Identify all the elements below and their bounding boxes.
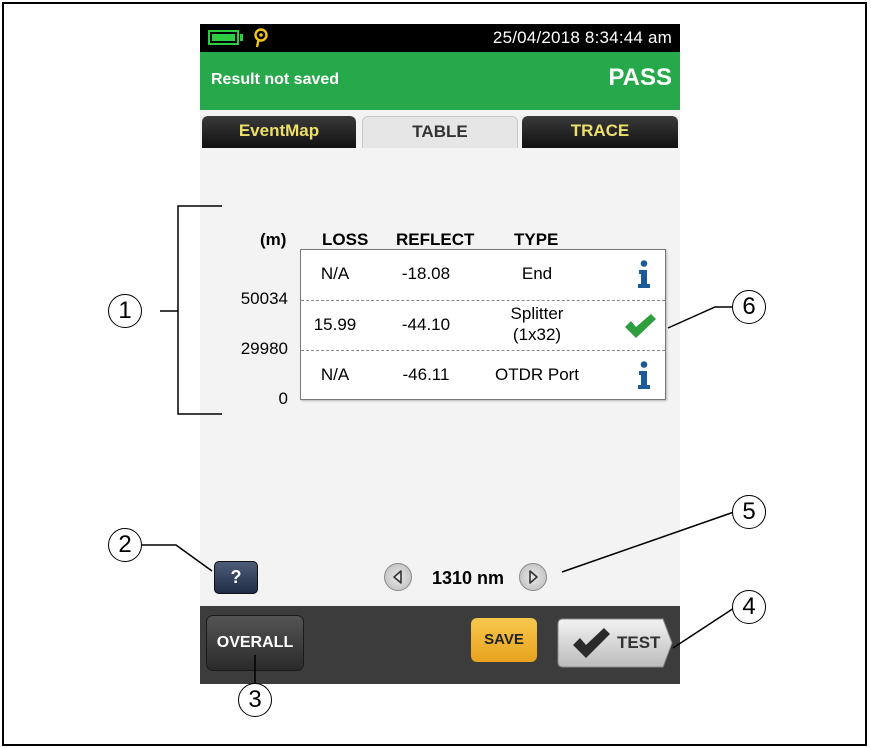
event-loss: N/A — [320, 365, 350, 384]
table-view: (m) LOSS REFLECT TYPE 50034 29980 0 N/A … — [200, 150, 680, 606]
event-reflect: -46.11 — [402, 365, 450, 384]
result-status: PASS — [608, 64, 672, 91]
check-pass-icon[interactable] — [623, 313, 657, 339]
callout-4: 4 — [732, 590, 766, 624]
event-reflect: -44.10 — [401, 315, 451, 334]
wavelength-selector: 1310 nm — [384, 560, 564, 596]
test-button[interactable]: TEST — [557, 618, 673, 668]
tab-bar: EventMap TABLE TRACE — [200, 110, 680, 150]
help-button[interactable]: ? — [214, 561, 258, 594]
save-button[interactable]: SAVE — [471, 618, 537, 662]
callout-1: 1 — [108, 294, 142, 328]
status-bar: 25/04/2018 8:34:44 am — [200, 24, 680, 52]
callout-2: 2 — [108, 528, 142, 562]
event-distance: 29980 — [240, 339, 288, 358]
event-type-detail: (1x32) — [512, 325, 562, 344]
column-header-distance: (m) — [260, 230, 287, 249]
checkmark-icon — [573, 628, 610, 658]
result-bar: Result not saved PASS — [200, 52, 680, 110]
next-wavelength-button[interactable] — [519, 563, 547, 591]
bottom-bar: OVERALL SAVE TEST — [200, 606, 680, 684]
event-loss: 15.99 — [313, 315, 357, 334]
info-icon[interactable] — [637, 361, 651, 389]
chevron-right-icon — [529, 570, 538, 584]
event-distance: 0 — [278, 389, 288, 408]
battery-tip — [240, 34, 243, 41]
column-header-reflect: REFLECT — [396, 230, 475, 249]
callout-5: 5 — [732, 495, 766, 529]
battery-full-icon — [208, 30, 239, 45]
tab-table[interactable]: TABLE — [362, 116, 518, 148]
tab-trace[interactable]: TRACE — [522, 116, 678, 148]
test-button-label: TEST — [617, 633, 661, 652]
event-loss: N/A — [320, 264, 350, 283]
device-screen: 25/04/2018 8:34:44 am Result not saved P… — [200, 24, 680, 684]
event-type: OTDR Port — [494, 365, 580, 384]
table-row[interactable]: 15.99 -44.10 Splitter (1x32) — [301, 300, 665, 351]
table-row[interactable]: N/A -46.11 OTDR Port — [301, 350, 665, 401]
location-pin-icon — [254, 28, 268, 48]
event-reflect: -18.08 — [401, 264, 451, 283]
chevron-left-icon — [393, 570, 402, 584]
info-icon[interactable] — [637, 260, 651, 288]
event-type: Splitter — [510, 304, 564, 323]
column-header-loss: LOSS — [322, 230, 369, 249]
overall-button[interactable]: OVERALL — [206, 615, 304, 671]
callout-6: 6 — [732, 290, 766, 324]
event-distance: 50034 — [240, 289, 288, 308]
event-table: N/A -18.08 End 15.99 -44.10 Splitter (1x… — [300, 249, 666, 400]
tab-eventmap[interactable]: EventMap — [202, 116, 356, 148]
previous-wavelength-button[interactable] — [384, 563, 412, 591]
result-message: Result not saved — [211, 71, 340, 88]
event-type: End — [521, 264, 553, 283]
table-row[interactable]: N/A -18.08 End — [301, 250, 665, 300]
callout-3: 3 — [238, 683, 272, 717]
datetime-display: 25/04/2018 8:34:44 am — [492, 28, 672, 47]
wavelength-label: 1310 nm — [432, 568, 505, 588]
column-header-type: TYPE — [514, 230, 559, 249]
